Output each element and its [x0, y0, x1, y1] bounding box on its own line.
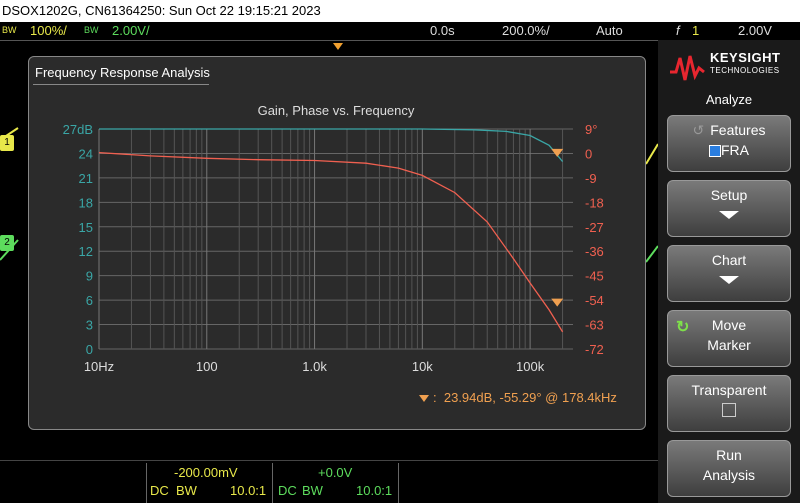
ch2-offset[interactable]: +0.0V: [318, 465, 352, 480]
fra-checkbox-icon: [709, 145, 721, 158]
chart-softkey[interactable]: Chart: [667, 245, 791, 302]
y-right-tick-label: -63: [585, 318, 604, 333]
y-right-tick-label: 9°: [585, 122, 597, 137]
time-scale[interactable]: 200.0%/: [502, 22, 550, 40]
ch1-offset[interactable]: -200.00mV: [174, 465, 238, 480]
submenu-arrow-icon: [719, 211, 739, 219]
run-analysis-label-2: Analysis: [702, 467, 756, 483]
rotate-knob-icon: ↺: [692, 122, 705, 138]
status-bar: BW 100%/ BW 2.00V/ 0.0s 200.0%/ Auto f 1…: [0, 22, 800, 40]
run-analysis-label: Run: [716, 447, 742, 463]
y-right-tick-label: -18: [585, 195, 604, 210]
ch2-coupling: DC: [278, 483, 297, 498]
channel-info-end-divider: [398, 463, 399, 503]
y-right-tick-label: -9: [585, 171, 597, 186]
marker-readout-value: 23.94dB, -55.29° @ 178.4kHz: [443, 390, 617, 405]
y-left-tick-label: 9: [86, 269, 93, 284]
y-left-tick-label: 24: [79, 146, 93, 161]
y-left-tick-label: 18: [79, 195, 93, 210]
ch1-probe: 10.0:1: [230, 483, 267, 498]
ch2-info-divider: [272, 463, 273, 503]
run-analysis-softkey[interactable]: Run Analysis: [667, 440, 791, 497]
marker-triangle-icon: [419, 395, 429, 403]
y-left-tick-label: 6: [86, 293, 93, 308]
transparent-softkey[interactable]: Transparent: [667, 375, 791, 432]
ch2-probe: 10.0:1: [356, 483, 393, 498]
marker-readout-prefix: :: [433, 390, 437, 405]
features-label: Features: [710, 122, 766, 138]
y-right-tick-label: -54: [585, 293, 604, 308]
fra-panel: Frequency Response Analysis Gain, Phase …: [28, 56, 646, 430]
ch1-info-divider: [146, 463, 147, 503]
chart-title: Gain, Phase vs. Frequency: [258, 103, 415, 118]
y-right-tick-label: -27: [585, 220, 604, 235]
trigger-edge-icon: f: [676, 23, 680, 38]
y-left-tick-label: 15: [79, 220, 93, 235]
y-right-tick-label: -36: [585, 244, 604, 259]
x-tick-label: 10k: [412, 359, 433, 374]
brand-subtitle: TECHNOLOGIES: [710, 66, 780, 75]
y-left-tick-label: 21: [79, 171, 93, 186]
ch1-bw-indicator: BW: [2, 25, 17, 35]
brand-name: KEYSIGHT: [710, 50, 781, 65]
x-tick-label: 100: [196, 359, 218, 374]
fra-chart: Gain, Phase vs. Frequency 27dB 9° 24 0 21 -9 18…: [63, 103, 604, 374]
y-left-tick-label: 12: [79, 244, 93, 259]
time-position[interactable]: 0.0s: [430, 22, 455, 40]
window-title: DSOX1202G, CN61364250: Sun Oct 22 19:15:…: [0, 0, 800, 22]
ch2-ground-marker[interactable]: 2: [0, 235, 14, 251]
x-tick-label: 10Hz: [84, 359, 114, 374]
y-right-tick-label: -72: [585, 342, 604, 357]
marker-readout: : 23.94dB, -55.29° @ 178.4kHz: [419, 390, 617, 405]
ch2-bw: BW: [302, 483, 323, 498]
submenu-arrow-icon: [719, 276, 739, 284]
channel-info-bar: -200.00mV DC BW 10.0:1 +0.0V DC BW 10.0:…: [0, 460, 658, 503]
x-tick-label: 100k: [516, 359, 545, 374]
move-marker-label-2: Marker: [707, 337, 751, 353]
transparent-label: Transparent: [691, 382, 767, 398]
ch2-scale[interactable]: 2.00V/: [112, 22, 150, 40]
move-marker-softkey[interactable]: ↻ Move Marker: [667, 310, 791, 367]
trigger-level[interactable]: 2.00V: [738, 22, 772, 40]
y-left-tick-label: 3: [86, 318, 93, 333]
ch1-scale[interactable]: 100%/: [30, 22, 67, 40]
features-softkey[interactable]: ↺ Features FRA: [667, 115, 791, 172]
setup-label: Setup: [710, 187, 748, 203]
y-left-tick-label: 0: [86, 342, 93, 357]
ch2-bw-indicator: BW: [84, 25, 99, 35]
y-left-tick-label: 27dB: [63, 122, 93, 137]
ch1-ground-marker[interactable]: 1: [0, 135, 14, 151]
transparent-checkbox[interactable]: [722, 403, 736, 417]
features-value: FRA: [721, 142, 749, 158]
chart-label: Chart: [711, 252, 747, 268]
y-right-tick-label: -45: [585, 269, 604, 284]
trigger-source[interactable]: 1: [692, 22, 699, 40]
ch1-coupling: DC: [150, 483, 169, 498]
trigger-mode[interactable]: Auto: [596, 22, 623, 40]
setup-softkey[interactable]: Setup: [667, 180, 791, 237]
x-tick-label: 1.0k: [302, 359, 327, 374]
move-marker-label: Move: [711, 317, 747, 333]
menu-title: Analyze: [705, 92, 753, 107]
ch1-bw: BW: [176, 483, 197, 498]
y-right-tick-label: 0: [585, 146, 592, 161]
